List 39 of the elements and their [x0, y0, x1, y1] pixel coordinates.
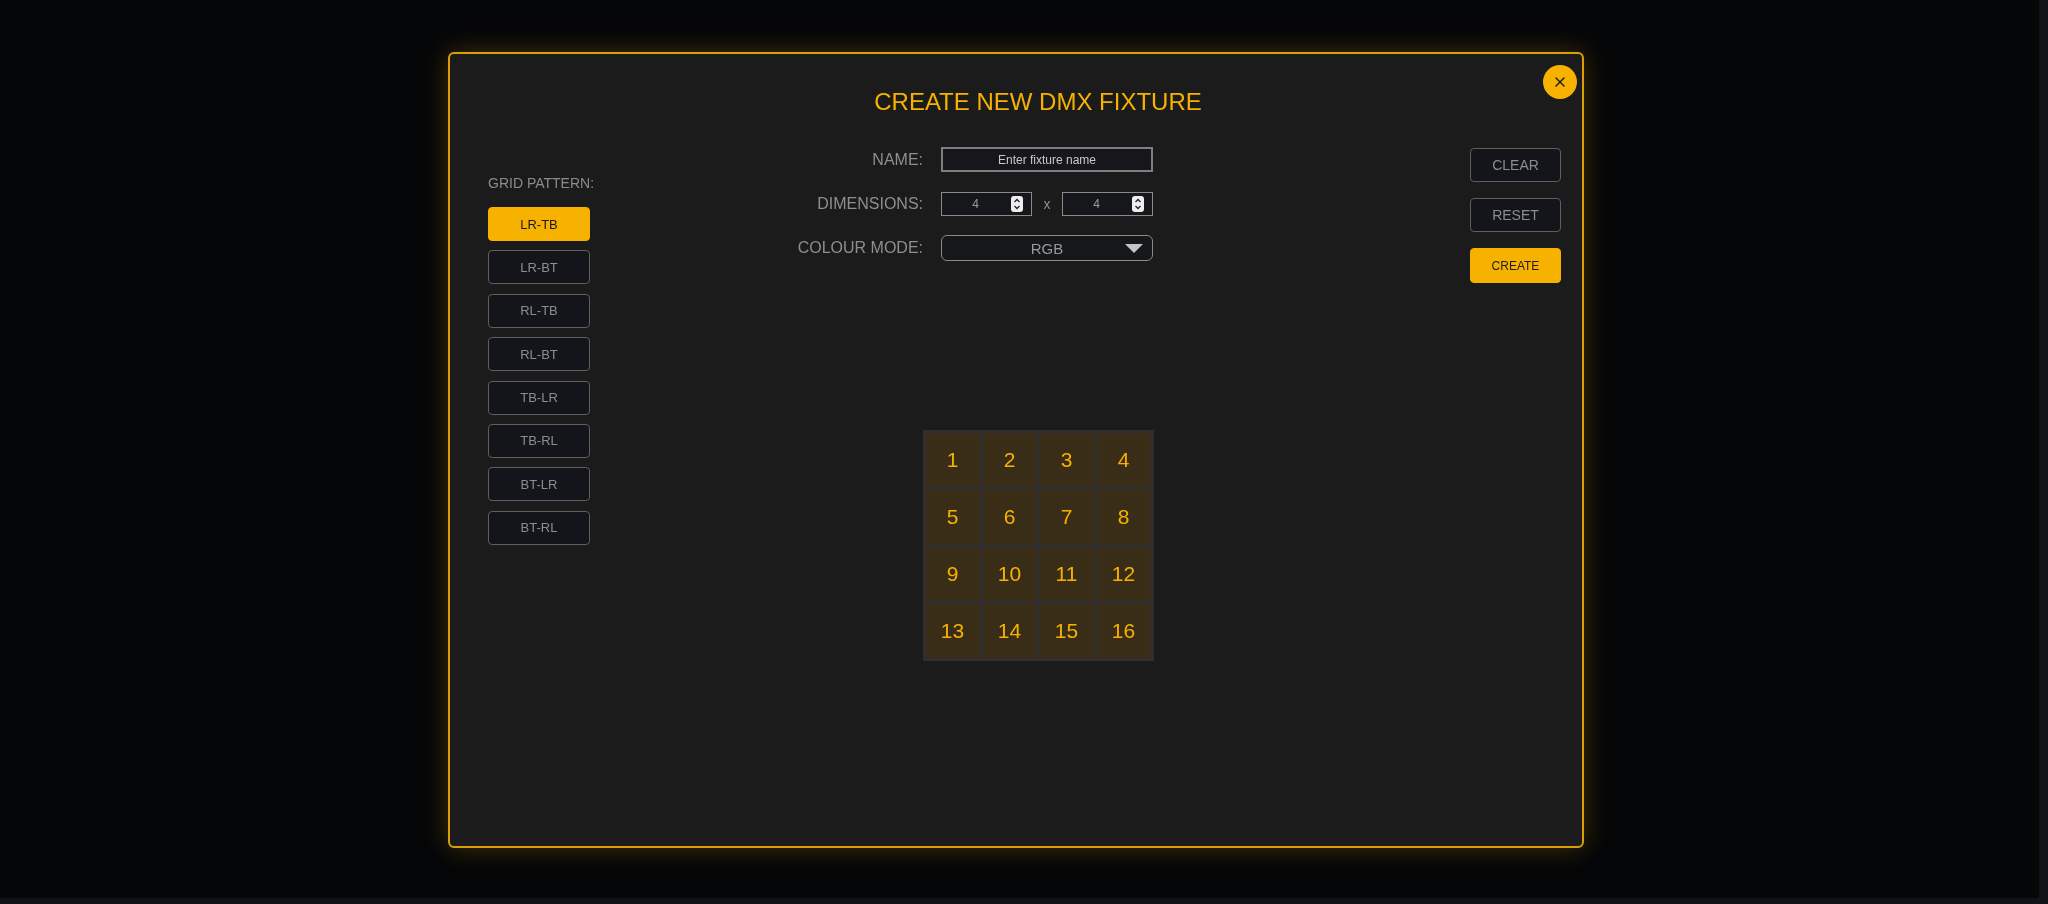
colour-mode-select[interactable]: RGB	[941, 235, 1153, 261]
caret-down-icon	[1125, 243, 1143, 253]
create-button[interactable]: CREATE	[1470, 248, 1561, 283]
height-input[interactable]: 4	[1062, 191, 1153, 216]
action-button[interactable]: CLEAR	[1470, 148, 1561, 182]
pattern-button[interactable]: TB-LR	[488, 380, 590, 415]
grid-cell: 14	[982, 603, 1037, 658]
close-icon	[1552, 74, 1568, 90]
dialog-title: CREATE NEW DMX FIXTURE	[873, 87, 1203, 117]
grid-cell: 10	[982, 546, 1037, 601]
dimensions-label: DIMENSIONS:	[817, 194, 923, 213]
grid-cell: 4	[1096, 432, 1151, 487]
pattern-button[interactable]: LR-BT	[488, 250, 590, 285]
grid-cell: 1	[925, 432, 980, 487]
grid-cell: 8	[1096, 489, 1151, 544]
pattern-button[interactable]: BT-LR	[488, 467, 590, 502]
grid-cell: 15	[1039, 603, 1094, 658]
close-button[interactable]	[1543, 65, 1577, 99]
pattern-button[interactable]: RL-BT	[488, 337, 590, 372]
pattern-button[interactable]: TB-RL	[488, 423, 590, 458]
grid-cell: 6	[982, 489, 1037, 544]
grid-cell: 3	[1039, 432, 1094, 487]
times-sign: x	[1043, 195, 1051, 212]
pattern-button[interactable]: LR-TB	[488, 207, 590, 241]
pattern-button[interactable]: BT-RL	[488, 510, 590, 545]
name-input[interactable]: Enter fixture name	[941, 147, 1153, 172]
grid-cell: 7	[1039, 489, 1094, 544]
grid-cell: 9	[925, 546, 980, 601]
grid-cell: 2	[982, 432, 1037, 487]
action-button[interactable]: RESET	[1470, 198, 1561, 232]
grid-cell: 11	[1039, 546, 1094, 601]
grid-cell: 5	[925, 489, 980, 544]
name-label: NAME:	[872, 150, 923, 169]
pattern-button[interactable]: RL-TB	[488, 293, 590, 328]
width-input[interactable]: 4	[941, 191, 1032, 216]
grid-cell: 13	[925, 603, 980, 658]
grid-cell: 16	[1096, 603, 1151, 658]
colour-mode-label: COLOUR MODE:	[797, 238, 923, 257]
grid-cell: 12	[1096, 546, 1151, 601]
